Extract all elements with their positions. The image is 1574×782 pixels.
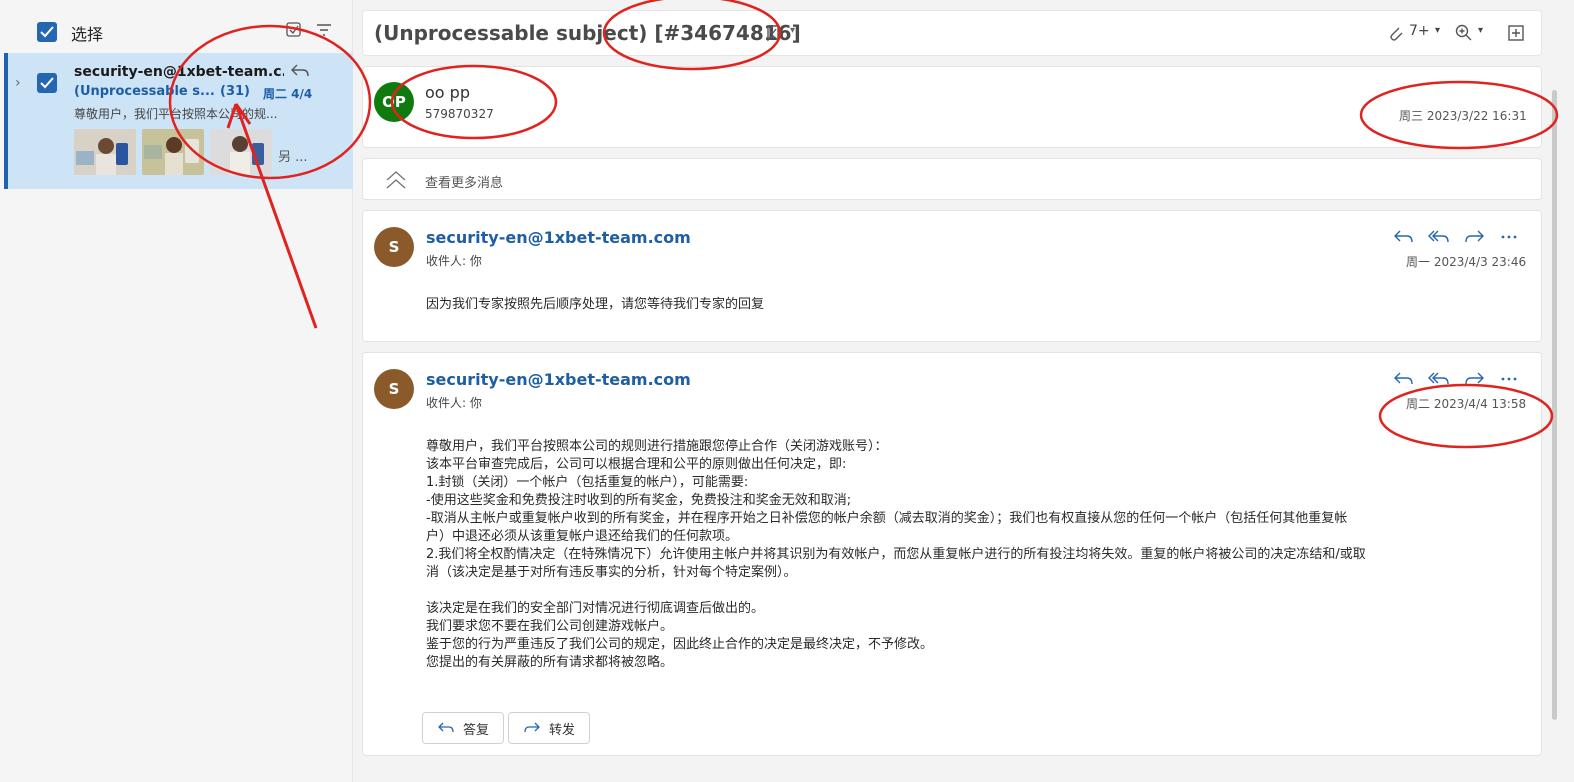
- avatar: S: [374, 369, 414, 409]
- reply-icon: [438, 722, 454, 733]
- open-in-window-icon[interactable]: [1507, 24, 1525, 42]
- more-actions-icon[interactable]: [1498, 370, 1520, 388]
- message-card-first[interactable]: OP oo pp 579870327 周三 2023/3/22 16:31: [362, 66, 1542, 148]
- body-line: 1.封锁（关闭）一个帐户（包括重复的帐户），可能需要:: [426, 475, 749, 490]
- body-line: 您提出的有关屏蔽的所有请求都将被忽略。: [426, 655, 674, 670]
- sender-sub: 579870327: [425, 107, 494, 121]
- recipient-line: 收件人: 你: [426, 254, 482, 268]
- select-bar: 选择: [0, 10, 353, 52]
- reply-all-icon[interactable]: [1428, 228, 1450, 246]
- reply-label: 答复: [463, 722, 490, 738]
- reply-all-icon[interactable]: [1428, 370, 1450, 388]
- filter-icon[interactable]: [315, 21, 333, 39]
- item-preview: 尊敬用户，我们平台按照本公司的规...: [74, 107, 278, 121]
- scroll-thumb[interactable]: [1552, 90, 1557, 720]
- body-line: 该决定是在我们的安全部门对情况进行彻底调查后做出的。: [426, 601, 765, 616]
- attachment-icon[interactable]: [1387, 24, 1405, 42]
- item-count: (31): [220, 84, 250, 99]
- thread-header: (Unprocessable subject) [#34674816] ▾ 7+…: [362, 10, 1542, 56]
- reply-icon[interactable]: [290, 63, 310, 79]
- body-line: -使用这些奖金和免费投注时收到的所有奖金，免费投注和奖金无效和取消;: [426, 493, 852, 508]
- body-line: 2.我们将全权酌情决定（在特殊情况下）允许使用主帐户并将其识别为有效帐户，而您从…: [426, 547, 1366, 562]
- reply-icon[interactable]: [1393, 228, 1415, 246]
- scrollbar[interactable]: [1549, 70, 1561, 760]
- body-line: 鉴于您的行为严重违反了我们公司的规定，因此终止合作的决定是最终决定，不予修改。: [426, 637, 934, 652]
- select-mode-icon[interactable]: [285, 21, 303, 39]
- sender-name: oo pp: [425, 83, 470, 102]
- message-date: 周一 2023/4/3 23:46: [1406, 255, 1527, 269]
- body-line: 尊敬用户，我们平台按照本公司的规则进行措施跟您停止合作（关闭游戏账号）：: [426, 439, 888, 454]
- forward-icon: [524, 722, 540, 733]
- select-label: 选择: [71, 25, 104, 44]
- message-body: 尊敬用户，我们平台按照本公司的规则进行措施跟您停止合作（关闭游戏账号）： 该本平台…: [426, 438, 1526, 672]
- body-line: [426, 582, 1526, 600]
- recipient-line: 收件人: 你: [426, 396, 482, 410]
- message-card: S security-en@1xbet-team.com 收件人: 你 周一 2…: [362, 210, 1542, 342]
- chevron-down-icon[interactable]: ▾: [1435, 25, 1440, 36]
- avatar: S: [374, 227, 414, 267]
- thread-subject: (Unprocessable subject) [#34674816]: [374, 21, 801, 45]
- message-date: 周二 2023/4/4 13:58: [1406, 397, 1527, 411]
- forward-button[interactable]: 转发: [508, 712, 591, 744]
- see-more-messages[interactable]: 查看更多消息: [362, 158, 1542, 200]
- chevron-right-icon[interactable]: ›: [15, 75, 21, 91]
- body-line: 该本平台审查完成后，公司可以根据合理和公平的原则做出任何决定，即:: [426, 457, 847, 472]
- item-date: 周二 4/4: [263, 87, 313, 101]
- sender-email[interactable]: security-en@1xbet-team.com: [426, 370, 691, 389]
- more-attachments[interactable]: 另 ...: [278, 146, 308, 165]
- forward-label: 转发: [549, 722, 576, 738]
- reply-button[interactable]: 答复: [422, 712, 505, 744]
- chevron-up-double-icon: [386, 171, 406, 189]
- list-item[interactable]: › security-en@1xbet-team.c... (Unprocess…: [4, 53, 353, 189]
- item-sender: security-en@1xbet-team.c...: [74, 64, 284, 80]
- more-actions-icon[interactable]: [1498, 228, 1520, 246]
- attachment-thumbnail[interactable]: [210, 129, 272, 175]
- sender-email[interactable]: security-en@1xbet-team.com: [426, 228, 691, 247]
- attachment-count[interactable]: 7+: [1409, 23, 1430, 39]
- message-body: 因为我们专家按照先后顺序处理，请您等待我们专家的回复: [426, 297, 765, 312]
- chevron-down-icon[interactable]: ▾: [790, 25, 795, 36]
- body-line: 我们要求您不要在我们公司创建游戏帐户。: [426, 619, 674, 634]
- message-list-pane: 选择 › security-en@1xbet-team.c... (Unproc…: [0, 0, 353, 782]
- body-line: -取消从主帐户或重复帐户收到的所有奖金，并在程序开始之日补偿您的帐户余额（减去取…: [426, 511, 1348, 526]
- attachment-thumbnail[interactable]: [74, 129, 136, 175]
- reply-icon[interactable]: [1393, 370, 1415, 388]
- forward-icon[interactable]: [1463, 370, 1485, 388]
- item-subject: (Unprocessable s...: [74, 84, 215, 99]
- avatar: OP: [374, 82, 414, 122]
- body-line: 消（该决定是基于对所有违反事实的分析，针对每个特定案例）。: [426, 565, 797, 580]
- item-checkbox[interactable]: [37, 73, 57, 93]
- message-date: 周三 2023/3/22 16:31: [1399, 109, 1527, 123]
- see-more-label: 查看更多消息: [425, 176, 504, 191]
- chevron-down-icon[interactable]: ▾: [1478, 25, 1483, 36]
- body-line: 户）中退还必须从该重复帐户退还给我们的任何款项。: [426, 529, 739, 544]
- select-all-checkbox[interactable]: [37, 22, 57, 42]
- zoom-icon[interactable]: [1455, 24, 1473, 42]
- forward-icon[interactable]: [1463, 228, 1485, 246]
- message-card: S security-en@1xbet-team.com 收件人: 你 周二 2…: [362, 352, 1542, 756]
- attachment-thumbnail[interactable]: [142, 129, 204, 175]
- tag-icon[interactable]: [764, 23, 784, 43]
